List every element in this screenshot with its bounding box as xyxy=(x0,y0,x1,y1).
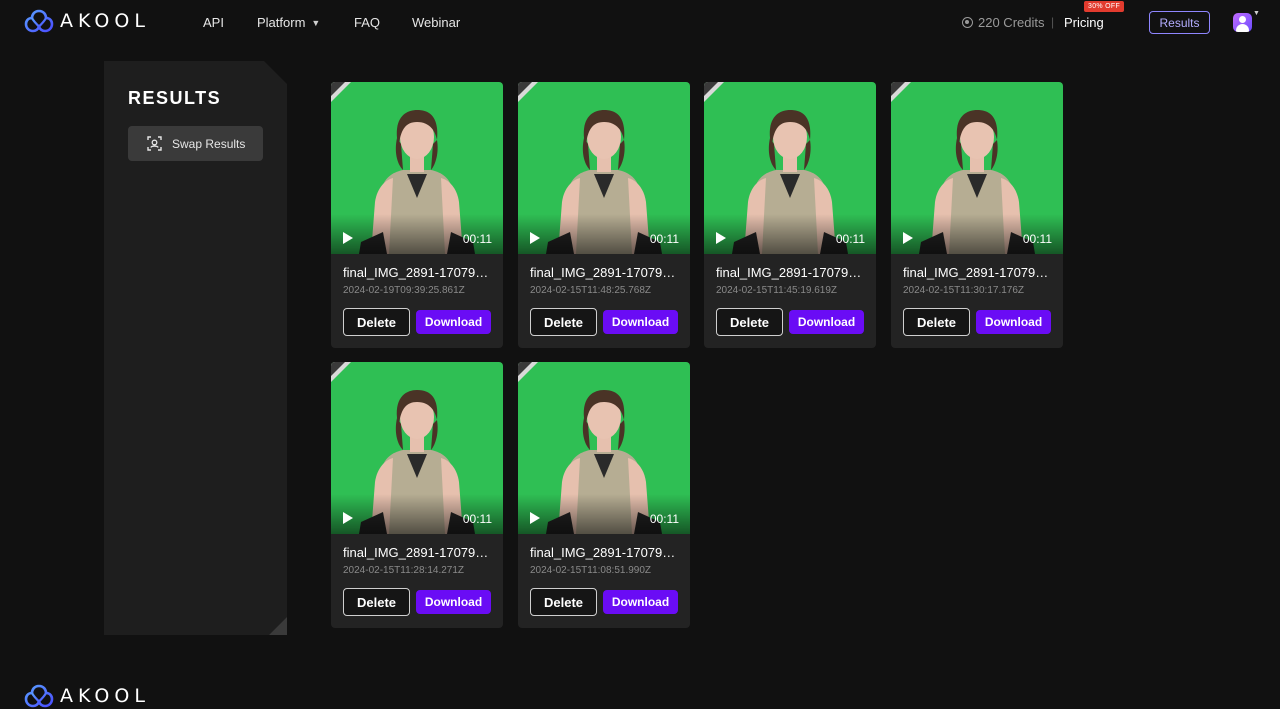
download-button[interactable]: Download xyxy=(416,590,491,614)
download-button[interactable]: Download xyxy=(416,310,491,334)
nav-api-label: API xyxy=(203,15,224,30)
download-button[interactable]: Download xyxy=(976,310,1051,334)
download-button[interactable]: Download xyxy=(789,310,864,334)
video-duration: 00:11 xyxy=(1022,232,1052,246)
akool-logo-icon xyxy=(24,684,54,708)
brand-name: AKOOL xyxy=(60,10,150,32)
file-name: final_IMG_2891-1707988765432.mp4 xyxy=(530,545,680,560)
video-thumbnail[interactable]: 00:11 xyxy=(518,82,690,254)
nav-platform-label: Platform xyxy=(257,15,306,30)
footer-akool-logo[interactable]: AKOOL xyxy=(24,684,150,708)
file-name: final_IMG_2891-1707988765432.mp4 xyxy=(716,265,866,280)
user-icon xyxy=(1239,16,1246,23)
file-name: final_IMG_2891-1707988765432.mp4 xyxy=(343,545,493,560)
play-icon[interactable] xyxy=(343,232,353,244)
divider: | xyxy=(1051,15,1055,29)
video-duration: 00:11 xyxy=(462,232,492,246)
sidebar-title: RESULTS xyxy=(128,88,222,108)
file-name: final_IMG_2891-1707988765432.mp4 xyxy=(903,265,1053,280)
credits-label: 220 Credits xyxy=(978,15,1045,30)
corner-fold-inner xyxy=(518,362,532,376)
delete-button[interactable]: Delete xyxy=(530,308,597,336)
file-timestamp: 2024-02-15T11:08:51.990Z xyxy=(530,565,652,576)
result-card: 00:11 final_IMG_2891-1707988765432.mp4 202… xyxy=(331,362,503,628)
credits-display: 220 Credits xyxy=(962,15,1044,30)
akool-logo-icon xyxy=(24,9,54,33)
chevron-down-icon: ▼ xyxy=(311,17,321,28)
nav-faq[interactable]: FAQ xyxy=(354,15,380,30)
video-duration: 00:11 xyxy=(649,512,679,526)
file-timestamp: 2024-02-19T09:39:25.861Z xyxy=(343,285,465,296)
delete-button[interactable]: Delete xyxy=(903,308,970,336)
result-card: 00:11 final_IMG_2891-1707988765432.mp4 202… xyxy=(891,82,1063,348)
file-timestamp: 2024-02-15T11:28:14.271Z xyxy=(343,565,465,576)
video-duration: 00:11 xyxy=(462,512,492,526)
results-button[interactable]: Results xyxy=(1149,11,1210,34)
pricing-link[interactable]: Pricing xyxy=(1064,15,1104,30)
file-timestamp: 2024-02-15T11:30:17.176Z xyxy=(903,285,1025,296)
avatar[interactable] xyxy=(1233,13,1252,32)
file-timestamp: 2024-02-15T11:48:25.768Z xyxy=(530,285,652,296)
play-icon[interactable] xyxy=(530,512,540,524)
corner-fold-inner xyxy=(518,82,532,96)
result-card: 00:11 final_IMG_2891-1707988765432.mp4 202… xyxy=(518,362,690,628)
delete-button[interactable]: Delete xyxy=(343,588,410,616)
swap-results-label: Swap Results xyxy=(172,136,246,151)
file-name: final_IMG_2891-1707988765432.mp4 xyxy=(343,265,493,280)
play-icon[interactable] xyxy=(903,232,913,244)
video-thumbnail[interactable]: 00:11 xyxy=(891,82,1063,254)
download-button[interactable]: Download xyxy=(603,590,678,614)
nav-webinar[interactable]: Webinar xyxy=(412,15,460,30)
result-card: 00:11 final_IMG_2891-1707988765432.mp4 202… xyxy=(704,82,876,348)
user-icon-body xyxy=(1236,24,1249,32)
play-icon[interactable] xyxy=(343,512,353,524)
delete-button[interactable]: Delete xyxy=(716,308,783,336)
video-thumbnail[interactable]: 00:11 xyxy=(331,82,503,254)
corner-fold-inner xyxy=(331,362,345,376)
play-icon[interactable] xyxy=(530,232,540,244)
play-icon[interactable] xyxy=(716,232,726,244)
nav-platform[interactable]: Platform ▼ xyxy=(257,15,320,30)
top-nav-bar: AKOOL API Platform ▼ FAQ Webinar 220 Cred… xyxy=(0,0,1280,46)
nav-api[interactable]: API xyxy=(203,15,224,30)
nav-faq-label: FAQ xyxy=(354,15,381,30)
footer-brand-name: AKOOL xyxy=(60,685,150,707)
face-scan-icon xyxy=(147,136,162,151)
nav-webinar-label: Webinar xyxy=(412,15,461,30)
file-name: final_IMG_2891-1707988765432.mp4 xyxy=(530,265,680,280)
delete-button[interactable]: Delete xyxy=(530,588,597,616)
video-thumbnail[interactable]: 00:11 xyxy=(704,82,876,254)
video-thumbnail[interactable]: 00:11 xyxy=(518,362,690,534)
file-timestamp: 2024-02-15T11:45:19.619Z xyxy=(716,285,838,296)
coin-icon xyxy=(962,17,973,28)
swap-results-button[interactable]: Swap Results xyxy=(128,126,263,161)
corner-fold-inner xyxy=(331,82,345,96)
results-sidebar: RESULTS Swap Results xyxy=(104,61,287,635)
video-thumbnail[interactable]: 00:11 xyxy=(331,362,503,534)
video-duration: 00:11 xyxy=(835,232,865,246)
avatar-chevron-down-icon[interactable]: ▼ xyxy=(1253,10,1260,17)
result-card: 00:11 final_IMG_2891-1707988765432.mp4 202… xyxy=(331,82,503,348)
discount-badge: 30% OFF xyxy=(1084,1,1125,12)
corner-fold-inner xyxy=(891,82,905,96)
video-duration: 00:11 xyxy=(649,232,679,246)
delete-button[interactable]: Delete xyxy=(343,308,410,336)
result-card: 00:11 final_IMG_2891-1707988765432.mp4 202… xyxy=(518,82,690,348)
akool-logo[interactable]: AKOOL xyxy=(24,9,150,33)
download-button[interactable]: Download xyxy=(603,310,678,334)
corner-fold-inner xyxy=(704,82,718,96)
